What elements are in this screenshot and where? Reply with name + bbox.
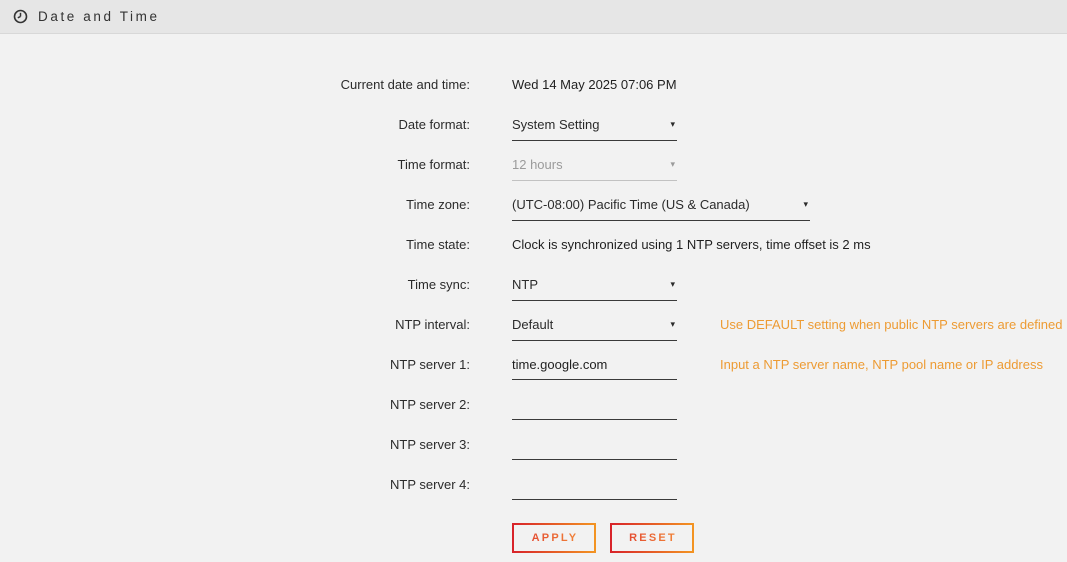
reset-button[interactable]: RESET xyxy=(610,523,694,553)
ntp-server-4-input[interactable] xyxy=(512,477,677,500)
chevron-down-icon: ▾ xyxy=(803,197,810,211)
chevron-down-icon: ▾ xyxy=(670,157,677,171)
time-sync-select[interactable]: NTP ▾ xyxy=(512,277,677,301)
form-row-ntp-server-4: NTP server 4: xyxy=(0,477,1067,517)
ntp-server-4-label: NTP server 4: xyxy=(0,477,470,493)
ntp-server-1-hint: Input a NTP server name, NTP pool name o… xyxy=(720,357,1043,373)
ntp-server-2-input[interactable] xyxy=(512,397,677,420)
form-row-time-state: Time state: Clock is synchronized using … xyxy=(0,237,1067,277)
ntp-server-3-input[interactable] xyxy=(512,437,677,460)
form-row-time-format: Time format: 12 hours ▾ xyxy=(0,157,1067,197)
time-state-value: Clock is synchronized using 1 NTP server… xyxy=(512,237,871,253)
form-row-ntp-interval: NTP interval: Default ▾ Use DEFAULT sett… xyxy=(0,317,1067,357)
form-row-ntp-server-3: NTP server 3: xyxy=(0,437,1067,477)
page-title: Date and Time xyxy=(38,9,160,24)
time-format-label: Time format: xyxy=(0,157,470,173)
time-sync-selected-value: NTP xyxy=(512,277,538,293)
ntp-interval-select[interactable]: Default ▾ xyxy=(512,317,677,341)
ntp-interval-selected-value: Default xyxy=(512,317,553,333)
date-time-form: Current date and time: Wed 14 May 2025 0… xyxy=(0,34,1067,553)
date-format-select[interactable]: System Setting ▾ xyxy=(512,117,677,141)
current-datetime-label: Current date and time: xyxy=(0,77,470,93)
ntp-server-3-label: NTP server 3: xyxy=(0,437,470,453)
form-row-current-datetime: Current date and time: Wed 14 May 2025 0… xyxy=(0,77,1067,117)
date-format-label: Date format: xyxy=(0,117,470,133)
ntp-interval-label: NTP interval: xyxy=(0,317,470,333)
form-row-ntp-server-1: NTP server 1: Input a NTP server name, N… xyxy=(0,357,1067,397)
time-zone-select[interactable]: (UTC-08:00) Pacific Time (US & Canada) ▾ xyxy=(512,197,810,221)
apply-button[interactable]: APPLY xyxy=(512,523,596,553)
time-zone-label: Time zone: xyxy=(0,197,470,213)
date-format-selected-value: System Setting xyxy=(512,117,599,133)
ntp-server-1-label: NTP server 1: xyxy=(0,357,470,373)
time-zone-selected-value: (UTC-08:00) Pacific Time (US & Canada) xyxy=(512,197,750,213)
form-actions: APPLY RESET xyxy=(0,523,1067,553)
time-state-label: Time state: xyxy=(0,237,470,253)
ntp-server-2-label: NTP server 2: xyxy=(0,397,470,413)
current-datetime-value: Wed 14 May 2025 07:06 PM xyxy=(512,77,677,93)
time-sync-label: Time sync: xyxy=(0,277,470,293)
clock-icon xyxy=(13,9,28,24)
form-row-date-format: Date format: System Setting ▾ xyxy=(0,117,1067,157)
chevron-down-icon: ▾ xyxy=(670,277,677,291)
form-row-ntp-server-2: NTP server 2: xyxy=(0,397,1067,437)
section-header: Date and Time xyxy=(0,0,1067,34)
chevron-down-icon: ▾ xyxy=(670,117,677,131)
ntp-server-1-input[interactable] xyxy=(512,357,677,380)
ntp-interval-hint: Use DEFAULT setting when public NTP serv… xyxy=(720,317,1063,333)
time-format-selected-value: 12 hours xyxy=(512,157,563,173)
form-row-time-zone: Time zone: (UTC-08:00) Pacific Time (US … xyxy=(0,197,1067,237)
time-format-select: 12 hours ▾ xyxy=(512,157,677,181)
form-row-time-sync: Time sync: NTP ▾ xyxy=(0,277,1067,317)
chevron-down-icon: ▾ xyxy=(670,317,677,331)
